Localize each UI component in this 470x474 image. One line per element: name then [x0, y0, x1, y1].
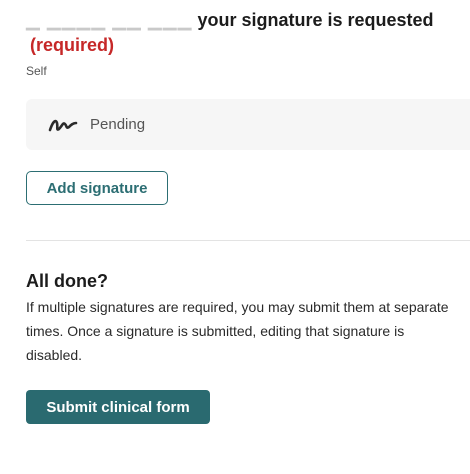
- signature-status-box: Pending: [26, 99, 470, 150]
- signature-request-text: your signature is requested: [197, 10, 434, 30]
- all-done-heading: All done?: [26, 271, 108, 291]
- required-label: (required): [30, 35, 115, 55]
- submit-clinical-form-button[interactable]: Submit clinical form: [26, 390, 210, 424]
- signature-request-title: ▁ ▁▁▁▁ ▁▁ ▁▁▁ your signature is requeste…: [26, 8, 446, 58]
- all-done-description: If multiple signatures are required, you…: [26, 299, 449, 363]
- signature-squiggle-icon: [48, 117, 78, 133]
- signer-label: Self: [26, 64, 47, 78]
- signature-status: Pending: [90, 116, 146, 133]
- section-divider: [26, 240, 470, 241]
- redacted-name: ▁ ▁▁▁▁ ▁▁ ▁▁▁: [26, 10, 193, 30]
- add-signature-button[interactable]: Add signature: [26, 171, 168, 205]
